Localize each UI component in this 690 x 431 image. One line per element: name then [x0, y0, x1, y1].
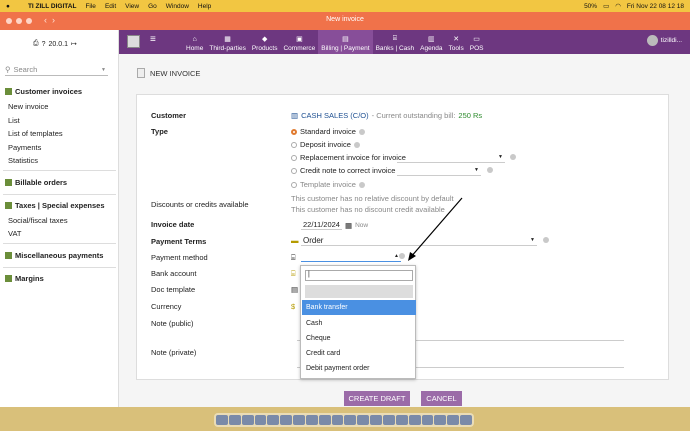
dock-app-icon[interactable] [370, 415, 382, 425]
dock-app-icon[interactable] [254, 415, 267, 425]
cancel-button[interactable]: CANCEL [421, 391, 462, 406]
payment-method-dropdown: | Bank transfer Cash Cheque Credit card … [300, 265, 416, 379]
dock-app-icon[interactable] [216, 415, 228, 425]
option-bank-transfer[interactable]: Bank transfer [302, 300, 416, 315]
dock-app-icon[interactable] [241, 415, 254, 425]
dock-app-icon[interactable] [228, 415, 241, 425]
dock-app-icon[interactable] [447, 415, 460, 425]
create-draft-button[interactable]: CREATE DRAFT [344, 391, 410, 406]
dock-app-icon[interactable] [318, 415, 331, 425]
dropdown-search-input[interactable]: | [305, 270, 413, 281]
option-cheque[interactable]: Cheque [302, 331, 416, 346]
dropdown-empty-option[interactable] [305, 285, 413, 298]
dock-app-icon[interactable] [305, 415, 318, 425]
dock-app-icon[interactable] [293, 415, 305, 425]
dock-app-icon[interactable] [434, 415, 447, 425]
dock-app-icon[interactable] [421, 415, 434, 425]
dock-app-icon[interactable] [267, 415, 280, 425]
dock-app-icon[interactable] [408, 415, 421, 425]
option-credit-card[interactable]: Credit card [302, 346, 416, 361]
dock-app-icon[interactable] [460, 415, 472, 425]
option-debit-payment-order[interactable]: Debit payment order [302, 361, 416, 376]
dock-app-icon[interactable] [280, 415, 293, 425]
dock-app-icon[interactable] [357, 415, 370, 425]
dock-app-icon[interactable] [395, 415, 408, 425]
macos-dock [214, 413, 474, 427]
dock-app-icon[interactable] [382, 415, 395, 425]
option-cash[interactable]: Cash [302, 316, 416, 331]
dock-app-icon[interactable] [344, 415, 357, 425]
dock-app-icon[interactable] [331, 415, 344, 425]
